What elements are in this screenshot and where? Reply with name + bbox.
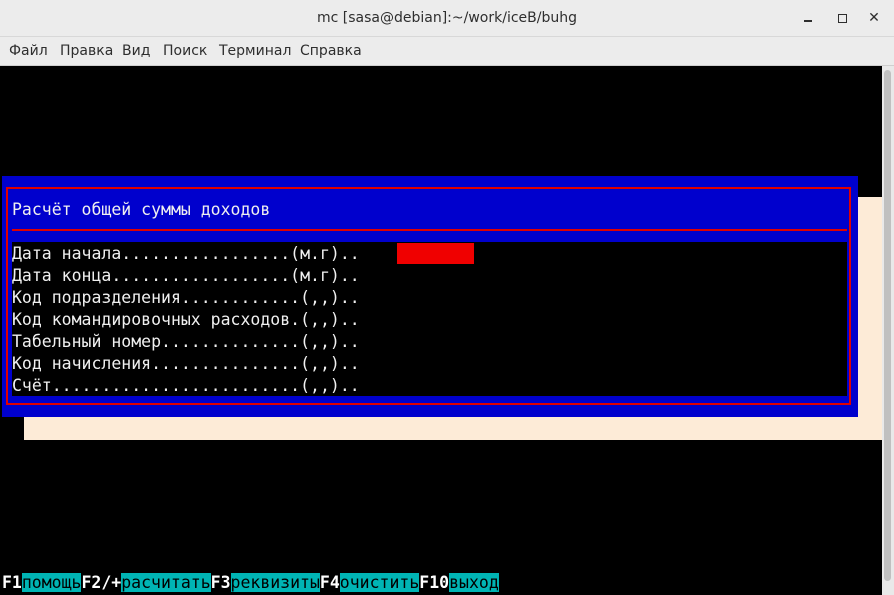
menu-item-edit[interactable]: Правка (60, 37, 113, 65)
scrollbar-thumb[interactable] (884, 70, 891, 581)
minimize-button[interactable] (796, 6, 820, 30)
close-icon: ✕ (868, 10, 880, 26)
menu-item-file[interactable]: Файл (9, 37, 48, 65)
fkey-f2[interactable]: F2/+ (81, 573, 121, 592)
field-accrual-code[interactable]: Код начисления...............(,,).. (12, 353, 360, 375)
fkey-help-action[interactable]: помощь (21, 573, 82, 592)
field-start-date[interactable]: Дата начала.................(м.г).. (12, 243, 360, 265)
field-personnel-number[interactable]: Табельный номер..............(,,).. (12, 331, 360, 353)
fkey-calculate-action[interactable]: расчитать (121, 573, 211, 592)
function-key-bar: F1помощьF2/+расчитатьF3реквизитыF4очисти… (2, 572, 499, 594)
maximize-icon (837, 13, 847, 23)
minimize-icon (804, 20, 812, 22)
fkey-f4[interactable]: F4 (320, 573, 340, 592)
close-button[interactable]: ✕ (862, 6, 886, 30)
fkey-exit-action[interactable]: выход (449, 573, 499, 592)
menu-item-view[interactable]: Вид (122, 37, 150, 65)
dialog-title: Расчёт общей суммы доходов (12, 200, 271, 219)
fkey-f10[interactable]: F10 (419, 573, 449, 592)
field-account[interactable]: Счёт.........................(,,).. (12, 375, 360, 397)
menu-item-terminal[interactable]: Терминал (219, 37, 291, 65)
fkey-details-action[interactable]: реквизиты (230, 573, 320, 592)
field-travel-expense-code[interactable]: Код командировочных расходов.(,,).. (12, 309, 360, 331)
field-end-date[interactable]: Дата конца..................(м.г).. (12, 265, 360, 287)
menu-bar: Файл Правка Вид Поиск Терминал Справка (0, 37, 894, 66)
field-department-code[interactable]: Код подразделения............(,,).. (12, 287, 360, 309)
start-date-input[interactable] (397, 243, 474, 264)
dialog-separator (12, 229, 847, 231)
menu-item-help[interactable]: Справка (300, 37, 362, 65)
fkey-f1[interactable]: F1 (2, 573, 22, 592)
window-titlebar[interactable]: mc [sasa@debian]:~/work/iceB/buhg ✕ (0, 0, 894, 37)
fkey-clear-action[interactable]: очистить (339, 573, 420, 592)
menu-item-search[interactable]: Поиск (163, 37, 207, 65)
maximize-button[interactable] (830, 6, 854, 30)
fkey-f3[interactable]: F3 (211, 573, 231, 592)
window-title: mc [sasa@debian]:~/work/iceB/buhg (317, 10, 577, 26)
